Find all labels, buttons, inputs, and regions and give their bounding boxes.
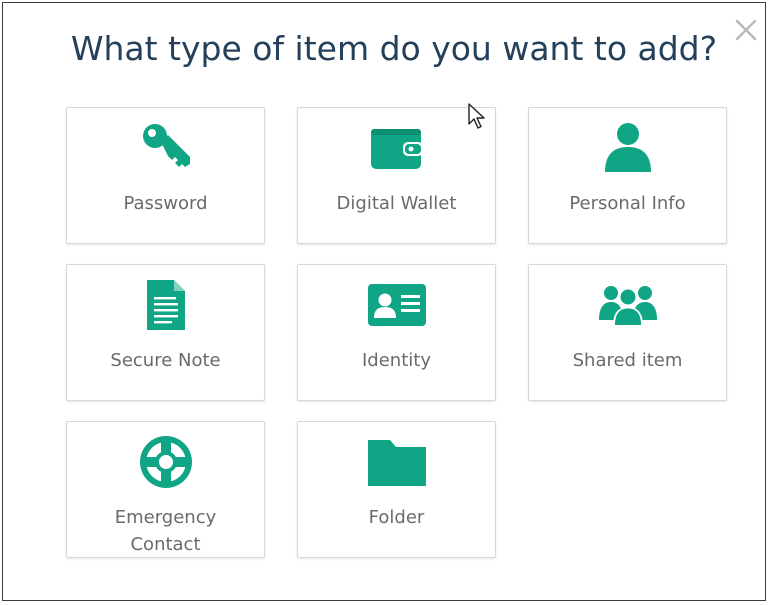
item-label-line: Contact [130,534,201,555]
item-secure-note-tile[interactable]: Secure Note [66,264,265,401]
item-label: Shared item [572,350,683,371]
item-label: Folder [368,507,425,528]
item-label: Emergency Contact [67,504,264,558]
item-label-line: Emergency [114,507,217,528]
note-icon [134,275,198,335]
lifebuoy-icon [134,432,198,492]
item-password-tile[interactable]: Password [66,107,265,244]
item-emergency-contact-tile[interactable]: Emergency Contact [66,421,265,558]
item-identity-tile[interactable]: Identity [297,264,496,401]
item-digital-wallet-tile[interactable]: Digital Wallet [297,107,496,244]
key-icon [134,118,198,178]
wallet-icon [365,118,429,178]
item-label: Personal Info [569,193,686,214]
add-item-dialog: What type of item do you want to add? Pa… [2,2,766,601]
item-personal-info-tile[interactable]: Personal Info [528,107,727,244]
group-icon [596,275,660,335]
id-card-icon [365,275,429,335]
item-shared-item-tile[interactable]: Shared item [528,264,727,401]
item-label: Digital Wallet [336,193,457,214]
person-icon [596,118,660,178]
item-label: Password [123,193,208,214]
item-label: Identity [362,350,431,371]
dialog-title: What type of item do you want to add? [70,29,718,68]
folder-icon [365,432,429,492]
item-folder-tile[interactable]: Folder [297,421,496,558]
item-label: Secure Note [110,350,221,371]
